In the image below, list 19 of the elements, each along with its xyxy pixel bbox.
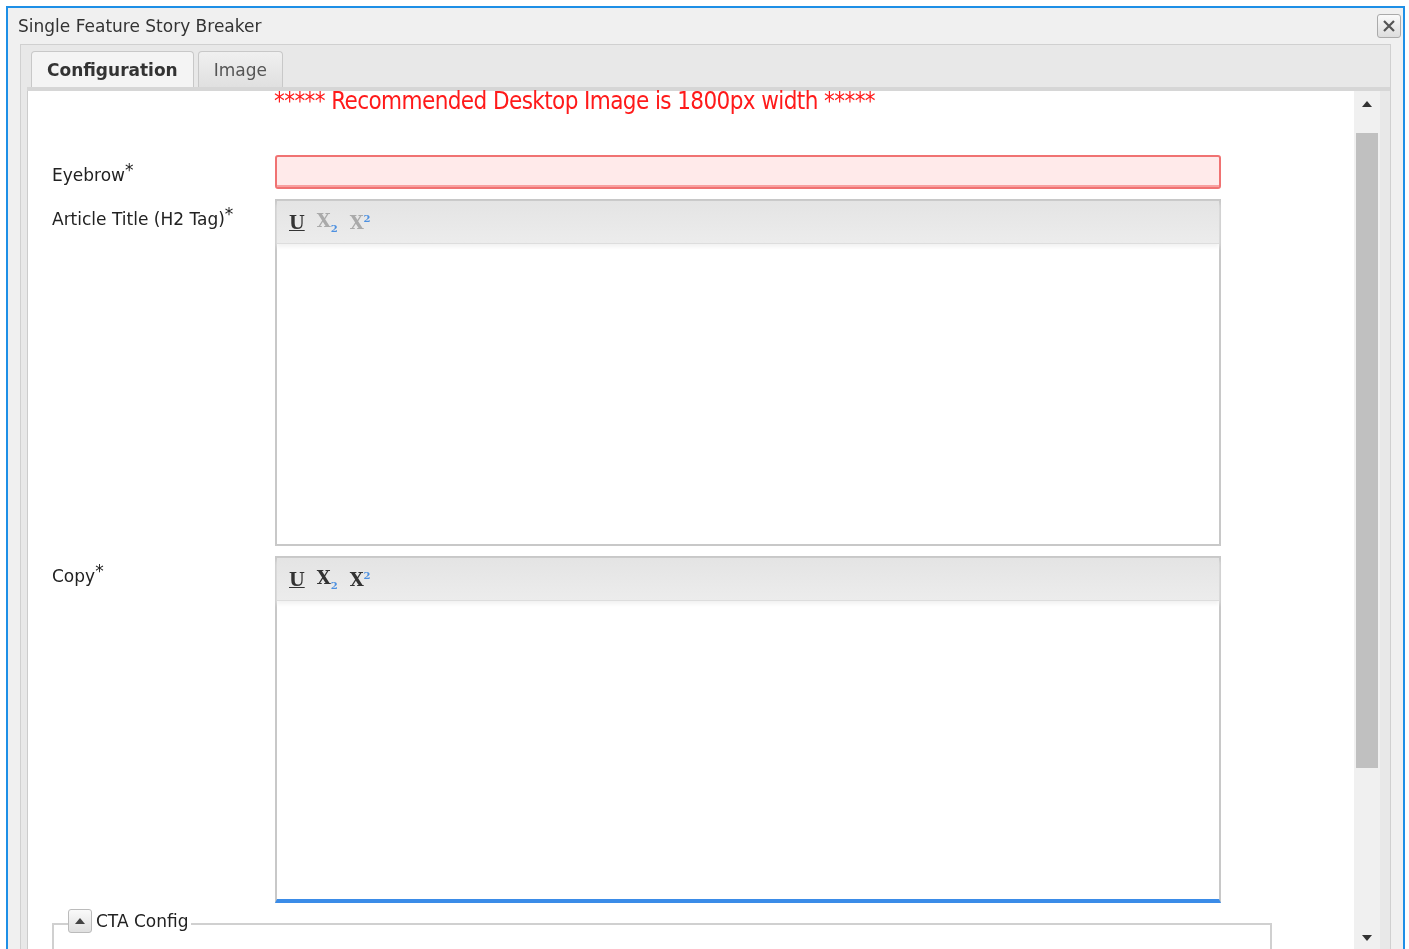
close-icon xyxy=(1382,19,1396,33)
format-button[interactable]: X$_{2}$ xyxy=(314,567,340,591)
fieldset-title: CTA Config xyxy=(96,911,189,931)
rich-text-editor[interactable]: U X$_{2}$ X$^{2}$ xyxy=(275,556,1221,903)
collapse-toggle[interactable] xyxy=(68,909,92,933)
format-button[interactable]: X$^{2}$ xyxy=(347,568,373,590)
scroll-up-icon[interactable] xyxy=(1362,101,1372,107)
tab[interactable]: Configuration xyxy=(31,51,194,87)
window-title: Single Feature Story Breaker xyxy=(18,16,262,36)
caret-up-icon xyxy=(75,918,85,924)
scroll-down-icon[interactable] xyxy=(1362,935,1372,941)
notice-text: ***** Recommended Desktop Image is 1800px width ***** xyxy=(274,89,877,113)
format-button[interactable]: U xyxy=(287,568,307,590)
close-button[interactable] xyxy=(1377,14,1401,38)
tab[interactable]: Image xyxy=(197,51,283,87)
format-button[interactable]: U xyxy=(287,211,307,233)
scrollbar[interactable] xyxy=(1354,91,1380,949)
text-field[interactable] xyxy=(275,155,1221,189)
scroll-thumb[interactable] xyxy=(1356,133,1378,768)
